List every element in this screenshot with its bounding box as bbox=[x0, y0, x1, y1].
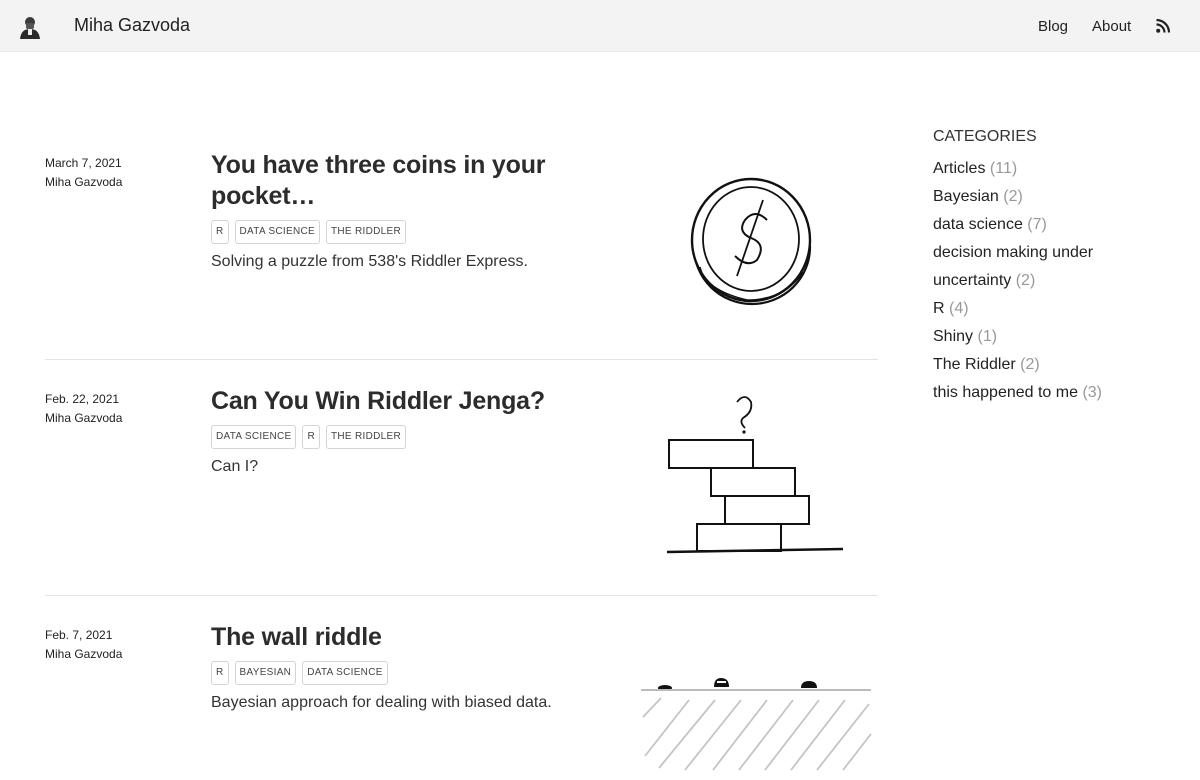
jenga-tower-sketch-icon[interactable] bbox=[665, 388, 847, 558]
post-description: Bayesian approach for dealing with biase… bbox=[211, 694, 552, 711]
rss-feed-icon[interactable] bbox=[1156, 19, 1170, 33]
category-count: (1) bbox=[977, 328, 998, 345]
category-link-bayesian[interactable]: Bayesian (2) bbox=[933, 183, 1173, 211]
post-meta: March 7, 2021 Miha Gazvoda bbox=[45, 154, 195, 192]
tag-data-science[interactable]: DATA SCIENCE bbox=[234, 220, 320, 244]
post-author: Miha Gazvoda bbox=[45, 411, 123, 425]
category-name: this happened to me bbox=[933, 384, 1078, 401]
tag-data-science[interactable]: DATA SCIENCE bbox=[302, 661, 388, 685]
tag-bayesian[interactable]: BAYESIAN bbox=[234, 661, 297, 685]
category-count: (2) bbox=[1020, 356, 1040, 373]
post-meta: Feb. 22, 2021 Miha Gazvoda bbox=[45, 390, 195, 428]
category-count: (2) bbox=[1003, 188, 1023, 205]
post-item: Feb. 22, 2021 Miha Gazvoda Can You Win R… bbox=[45, 386, 878, 586]
post-author: Miha Gazvoda bbox=[45, 647, 123, 661]
category-name: The Riddler bbox=[933, 356, 1016, 373]
categories-sidebar: CATEGORIES Articles (11) Bayesian (2) da… bbox=[933, 127, 1173, 407]
categories-heading: CATEGORIES bbox=[933, 128, 1037, 145]
post-date: Feb. 7, 2021 bbox=[45, 628, 113, 642]
post-title-link[interactable]: The wall riddle bbox=[211, 622, 591, 653]
category-name: Shiny bbox=[933, 328, 974, 345]
post-divider bbox=[45, 359, 878, 360]
category-name: data science bbox=[933, 216, 1023, 233]
post-meta: Feb. 7, 2021 Miha Gazvoda bbox=[45, 626, 195, 664]
top-navbar: Miha Gazvoda Blog About bbox=[0, 0, 1200, 52]
category-count: (4) bbox=[949, 300, 969, 317]
nav-blog-link[interactable]: Blog bbox=[1038, 18, 1068, 35]
nav-about-link[interactable]: About bbox=[1092, 18, 1131, 35]
post-author: Miha Gazvoda bbox=[45, 175, 123, 189]
post-body: The wall riddle R BAYESIAN DATA SCIENCE … bbox=[211, 622, 591, 713]
post-item: Feb. 7, 2021 Miha Gazvoda The wall riddl… bbox=[45, 622, 878, 780]
category-link-shiny[interactable]: Shiny (1) bbox=[933, 323, 1173, 351]
tag-the-riddler[interactable]: THE RIDDLER bbox=[326, 425, 406, 449]
coin-sketch-icon[interactable] bbox=[685, 172, 825, 307]
category-count: (2) bbox=[1015, 272, 1036, 289]
category-link-the-riddler[interactable]: The Riddler (2) bbox=[933, 351, 1173, 379]
tag-r[interactable]: R bbox=[211, 661, 229, 685]
category-name: Articles bbox=[933, 160, 986, 177]
post-description: Can I? bbox=[211, 458, 259, 475]
post-title-link[interactable]: You have three coins in your pocket… bbox=[211, 150, 591, 212]
post-title-link[interactable]: Can You Win Riddler Jenga? bbox=[211, 386, 591, 417]
tag-r[interactable]: R bbox=[302, 425, 320, 449]
wall-sketch-icon[interactable] bbox=[639, 672, 873, 778]
post-divider bbox=[45, 595, 878, 596]
category-link-articles[interactable]: Articles (11) bbox=[933, 155, 1173, 183]
category-name: decision making under uncertainty bbox=[933, 244, 1094, 289]
post-tags: DATA SCIENCE R THE RIDDLER bbox=[211, 425, 591, 449]
tag-data-science[interactable]: DATA SCIENCE bbox=[211, 425, 297, 449]
post-description: Solving a puzzle from 538's Riddler Expr… bbox=[211, 253, 528, 270]
post-tags: R DATA SCIENCE THE RIDDLER bbox=[211, 220, 591, 244]
post-date: Feb. 22, 2021 bbox=[45, 392, 120, 406]
category-count: (3) bbox=[1082, 384, 1103, 401]
site-title-link[interactable]: Miha Gazvoda bbox=[74, 15, 190, 36]
category-name: R bbox=[933, 300, 945, 317]
category-count: (7) bbox=[1027, 216, 1047, 233]
category-name: Bayesian bbox=[933, 188, 999, 205]
post-tags: R BAYESIAN DATA SCIENCE bbox=[211, 661, 591, 685]
category-link-decision-making[interactable]: decision making under uncertainty (2) bbox=[933, 239, 1173, 295]
category-count: (11) bbox=[989, 160, 1018, 177]
category-link-this-happened-to-me[interactable]: this happened to me (3) bbox=[933, 379, 1173, 407]
tag-r[interactable]: R bbox=[211, 220, 229, 244]
tag-the-riddler[interactable]: THE RIDDLER bbox=[326, 220, 406, 244]
author-avatar-icon[interactable] bbox=[19, 15, 41, 39]
category-link-data-science[interactable]: data science (7) bbox=[933, 211, 1173, 239]
category-link-r[interactable]: R (4) bbox=[933, 295, 1173, 323]
post-date: March 7, 2021 bbox=[45, 156, 122, 170]
post-body: You have three coins in your pocket… R D… bbox=[211, 150, 591, 272]
post-item: March 7, 2021 Miha Gazvoda You have thre… bbox=[45, 150, 878, 350]
post-body: Can You Win Riddler Jenga? DATA SCIENCE … bbox=[211, 386, 591, 477]
